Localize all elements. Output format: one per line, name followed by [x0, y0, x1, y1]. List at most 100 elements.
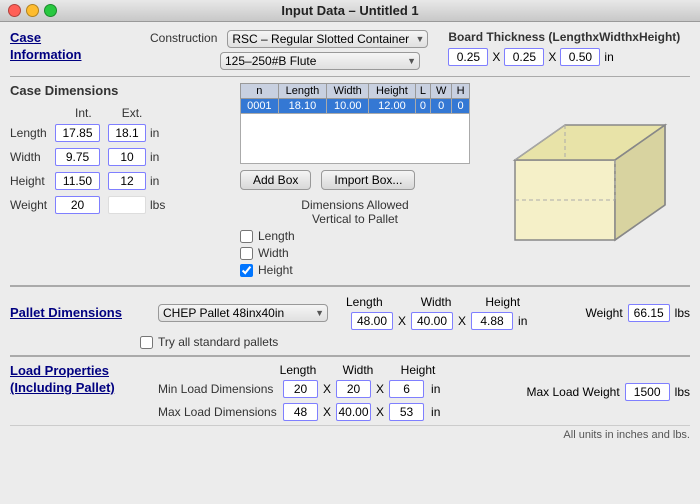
max-load-row: Max Load Dimensions X X in [158, 403, 440, 421]
main-content: Case Information Construction RSC – Regu… [0, 22, 700, 504]
pallet-width-input[interactable] [411, 312, 453, 330]
thickness-length-input[interactable] [448, 48, 488, 66]
max-weight-input[interactable] [625, 383, 670, 401]
board-thickness-section: Board Thickness (LengthxWidthxHeight) X … [448, 30, 680, 66]
thickness-x2: X [548, 50, 556, 64]
construction-label: Construction [150, 31, 217, 45]
construction-section: Construction RSC – Regular Slotted Conta… [150, 30, 428, 70]
pallet-weight: Weight lbs [586, 304, 690, 322]
pallet-weight-input[interactable] [628, 304, 670, 322]
window-title: Input Data – Untitled 1 [281, 3, 418, 18]
maximize-button[interactable] [44, 4, 57, 17]
max-label: Max Load Dimensions [158, 405, 278, 419]
dims-allowed: Dimensions Allowed Vertical to Pallet Le… [240, 198, 470, 277]
load-properties-label: Load Properties (Including Pallet) [10, 363, 140, 397]
title-bar: Input Data – Untitled 1 [0, 0, 700, 22]
pallet-height-input[interactable] [471, 312, 513, 330]
max-load-weight: Max Load Weight lbs [526, 383, 690, 401]
flute-select[interactable]: 125–250#B Flute [220, 52, 420, 70]
flute-wrapper[interactable]: 125–250#B Flute [220, 52, 420, 70]
dims-allowed-title: Dimensions Allowed Vertical to Pallet [240, 198, 470, 226]
width-label: Width [10, 150, 55, 164]
height-ext-input[interactable] [108, 172, 146, 190]
width-ext-input[interactable] [108, 148, 146, 166]
col-height: Height [369, 84, 415, 99]
try-pallets-checkbox[interactable] [140, 336, 153, 349]
box-svg [485, 100, 675, 260]
board-thickness-label: Board Thickness (LengthxWidthxHeight) [448, 30, 680, 44]
add-box-button[interactable]: Add Box [240, 170, 311, 190]
box-3d-illustration [480, 83, 680, 277]
col-length: Length [278, 84, 327, 99]
col-n: n [241, 84, 279, 99]
construction-type-select[interactable]: RSC – Regular Slotted Container [227, 30, 428, 48]
window-controls[interactable] [8, 4, 57, 17]
length-label: Length [10, 126, 55, 140]
table-row[interactable]: 0001 18.10 10.00 12.00 0 0 0 [241, 99, 470, 114]
width-checkbox[interactable] [240, 247, 253, 260]
thickness-values: X X in [448, 48, 680, 66]
footer-note: All units in inches and lbs. [10, 425, 690, 441]
checkbox-row-length: Length [240, 229, 470, 243]
pallet-select[interactable]: CHEP Pallet 48inx40in [158, 304, 328, 322]
box-table: n Length Width Height L W H 0001 18.10 1… [240, 83, 470, 164]
cell-n: 0001 [241, 99, 279, 114]
case-dimensions-title: Case Dimensions [10, 83, 230, 98]
dim-header: Int. Ext. [75, 106, 230, 120]
dim-left: Case Dimensions Int. Ext. Length in Widt… [10, 83, 230, 277]
thickness-unit: in [604, 50, 613, 64]
import-box-button[interactable]: Import Box... [321, 170, 415, 190]
length-checkbox-label: Length [258, 229, 295, 243]
height-checkbox[interactable] [240, 264, 253, 277]
height-int-input[interactable] [55, 172, 100, 190]
weight-label: Weight [10, 198, 55, 212]
case-info-label: Case Information [10, 30, 120, 64]
weight-ext-input [108, 196, 146, 214]
load-row: Load Properties (Including Pallet) Lengt… [10, 363, 690, 421]
dim-row-weight: Weight lbs [10, 196, 230, 214]
pallet-length-input[interactable] [351, 312, 393, 330]
construction-type-wrapper[interactable]: RSC – Regular Slotted Container [227, 30, 428, 48]
min-height-input[interactable] [389, 380, 424, 398]
max-height-input[interactable] [389, 403, 424, 421]
checkbox-row-width: Width [240, 246, 470, 260]
pallet-dimensions-label: Pallet Dimensions [10, 305, 140, 320]
load-section: Load Properties (Including Pallet) Lengt… [10, 355, 690, 421]
close-button[interactable] [8, 4, 21, 17]
min-label: Min Load Dimensions [158, 382, 278, 396]
thickness-x1: X [492, 50, 500, 64]
length-checkbox[interactable] [240, 230, 253, 243]
cell-length: 18.10 [278, 99, 327, 114]
weight-int-input[interactable] [55, 196, 100, 214]
col-h: H [452, 84, 470, 99]
table-and-controls: n Length Width Height L W H 0001 18.10 1… [240, 83, 470, 277]
max-width-input[interactable] [336, 403, 371, 421]
dim-row-height: Height in [10, 172, 230, 190]
col-w: W [431, 84, 452, 99]
pallet-select-wrapper[interactable]: CHEP Pallet 48inx40in [158, 304, 328, 322]
length-ext-input[interactable] [108, 124, 146, 142]
minimize-button[interactable] [26, 4, 39, 17]
try-pallets-label: Try all standard pallets [158, 335, 278, 349]
min-width-input[interactable] [336, 380, 371, 398]
height-label: Height [10, 174, 55, 188]
dim-row-length: Length in [10, 124, 230, 142]
width-int-input[interactable] [55, 148, 100, 166]
pallet-row: Pallet Dimensions CHEP Pallet 48inx40in … [10, 295, 690, 330]
min-length-input[interactable] [283, 380, 318, 398]
col-width: Width [327, 84, 369, 99]
pallet-dims: X X in [351, 312, 527, 330]
checkbox-row-height: Height [240, 263, 470, 277]
dim-row-width: Width in [10, 148, 230, 166]
table-buttons: Add Box Import Box... [240, 170, 470, 190]
max-length-input[interactable] [283, 403, 318, 421]
thickness-width-input[interactable] [504, 48, 544, 66]
cell-h: 0 [452, 99, 470, 114]
height-checkbox-label: Height [258, 263, 293, 277]
length-int-input[interactable] [55, 124, 100, 142]
cell-l: 0 [415, 99, 431, 114]
cell-height: 12.00 [369, 99, 415, 114]
thickness-height-input[interactable] [560, 48, 600, 66]
min-load-row: Min Load Dimensions X X in [158, 380, 440, 398]
col-l: L [415, 84, 431, 99]
